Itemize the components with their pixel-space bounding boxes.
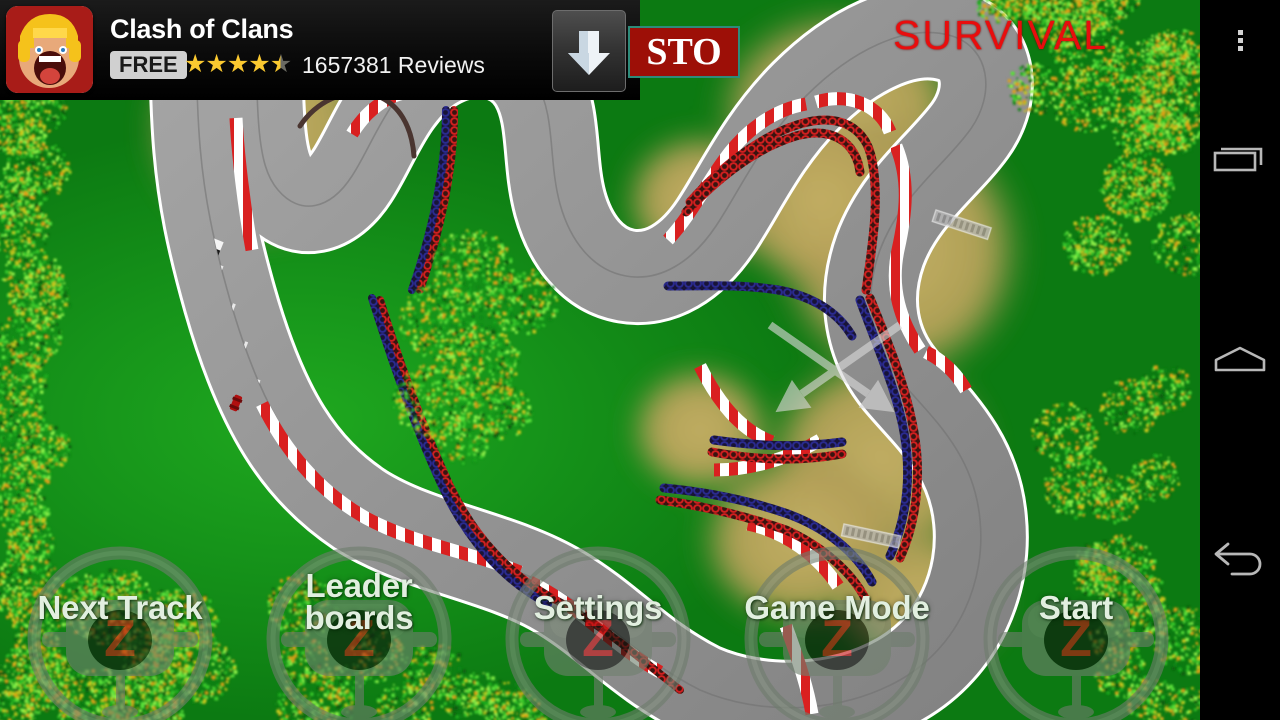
game-viewport[interactable]: SURVIVAL Next Track Leader boards Settin… xyxy=(0,0,1200,720)
game-mode-button[interactable]: Game Mode xyxy=(737,544,937,720)
ad-review-count: 1657381 Reviews xyxy=(302,52,485,79)
overflow-menu-button[interactable] xyxy=(1200,0,1280,80)
start-button[interactable]: Start xyxy=(976,544,1176,720)
back-button[interactable] xyxy=(1200,518,1280,598)
settings-button[interactable]: Settings xyxy=(498,544,698,720)
app-screen: SURVIVAL Next Track Leader boards Settin… xyxy=(0,0,1280,720)
steering-wheel-icon xyxy=(976,544,1176,720)
ad-banner[interactable]: Clash of Clans FREE ★★★★★ 1657381 Review… xyxy=(0,0,640,100)
main-menu-bar: Next Track Leader boards Settings Game M… xyxy=(0,540,1200,720)
ad-star-rating: ★★★★★ xyxy=(184,52,291,77)
ad-app-title: Clash of Clans xyxy=(110,14,293,45)
ad-download-button[interactable] xyxy=(552,10,626,92)
steering-wheel-icon xyxy=(498,544,698,720)
steering-wheel-icon xyxy=(20,544,220,720)
clash-of-clans-app-icon xyxy=(6,6,93,93)
ad-price-badge: FREE xyxy=(110,51,187,79)
recents-button[interactable] xyxy=(1200,120,1280,200)
steering-wheel-icon xyxy=(737,544,937,720)
android-navigation-bar xyxy=(1200,0,1280,720)
download-arrow-icon xyxy=(553,11,625,91)
sponsor-logo-text: STO xyxy=(646,33,721,71)
three-dots-icon xyxy=(1238,27,1243,54)
steering-wheel-icon xyxy=(259,544,459,720)
home-icon xyxy=(1212,340,1268,380)
back-arrow-icon xyxy=(1210,536,1270,580)
leaderboards-button[interactable]: Leader boards xyxy=(259,544,459,720)
next-track-button[interactable]: Next Track xyxy=(20,544,220,720)
game-mode-title: SURVIVAL xyxy=(893,12,1108,59)
sponsor-logo-banner: STO xyxy=(628,26,740,78)
recents-icon xyxy=(1212,140,1268,180)
home-button[interactable] xyxy=(1200,320,1280,400)
